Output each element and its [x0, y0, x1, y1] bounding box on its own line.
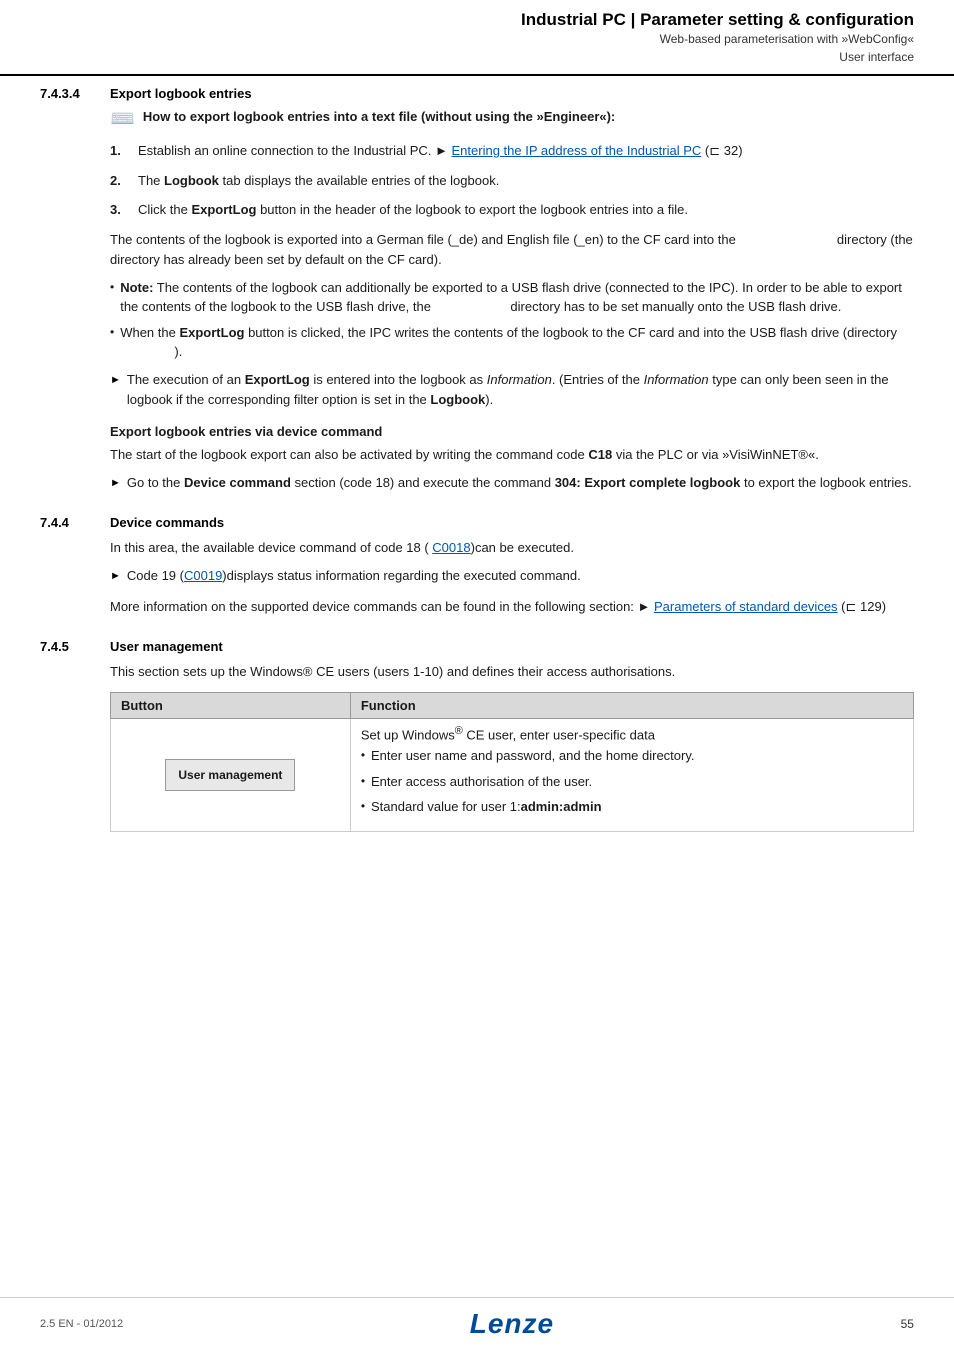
logbook-bold: Logbook: [430, 392, 485, 407]
c0019-link[interactable]: C0019: [184, 568, 222, 583]
arrow-icon-3: ►: [110, 568, 121, 585]
para-745-1: This section sets up the Windows® CE use…: [110, 662, 914, 682]
section-744-title: Device commands: [110, 515, 224, 530]
arrow-item-text: The execution of an ExportLog is entered…: [127, 370, 914, 410]
user-mgmt-table: Button Function User management Set up W…: [110, 692, 914, 832]
step-2: The Logbook tab displays the available e…: [110, 171, 914, 191]
step-2-content: The Logbook tab displays the available e…: [138, 171, 914, 191]
arrow-icon-2: ►: [110, 475, 121, 492]
section-7434: 7.4.3.4 Export logbook entries ⌨️ How to…: [40, 86, 914, 493]
section-7434-header: 7.4.3.4 Export logbook entries: [40, 86, 914, 101]
section-745: 7.4.5 User management This section sets …: [40, 639, 914, 832]
arrow-item-code19: ► Code 19 (C0019)displays status informa…: [110, 566, 914, 586]
step-3-content: Click the ExportLog button in the header…: [138, 200, 914, 220]
note-2-bold: ExportLog: [179, 325, 244, 340]
note-1-text: Note: The contents of the logbook can ad…: [120, 278, 914, 317]
user-mgmt-button[interactable]: User management: [165, 759, 295, 791]
function-intro: Set up Windows® CE user, enter user-spec…: [361, 725, 903, 742]
note-1: Note: The contents of the logbook can ad…: [110, 278, 914, 317]
notes-list: Note: The contents of the logbook can ad…: [110, 278, 914, 362]
page-footer: 2.5 EN - 01/2012 Lenze 55: [0, 1297, 954, 1350]
note-1-bold: Note:: [120, 280, 153, 295]
howto-title: How to export logbook entries into a tex…: [143, 109, 615, 124]
col-function: Function: [350, 692, 913, 718]
step-1: Establish an online connection to the In…: [110, 141, 914, 161]
footer-edition: 2.5 EN - 01/2012: [40, 1318, 123, 1330]
note-2: When the ExportLog button is clicked, th…: [110, 323, 914, 362]
table-row: User management Set up Windows® CE user,…: [111, 718, 914, 831]
params-std-link[interactable]: Parameters of standard devices: [654, 599, 838, 614]
step-1-text: Establish an online connection to the In…: [138, 143, 452, 158]
button-cell: User management: [111, 718, 351, 831]
steps-list: Establish an online connection to the In…: [110, 141, 914, 220]
section-body-745: This section sets up the Windows® CE use…: [110, 662, 914, 832]
header-title: Industrial PC | Parameter setting & conf…: [40, 10, 914, 30]
func-bullet-2: Enter access authorisation of the user.: [361, 772, 903, 792]
page-header: Industrial PC | Parameter setting & conf…: [0, 0, 954, 76]
function-cell: Set up Windows® CE user, enter user-spec…: [350, 718, 913, 831]
para-device-cmd: The start of the logbook export can also…: [110, 445, 914, 465]
main-content: 7.4.3.4 Export logbook entries ⌨️ How to…: [0, 76, 954, 894]
func-bullet-1: Enter user name and password, and the ho…: [361, 746, 903, 766]
step-1-ref: (⊏ 32): [701, 143, 742, 158]
304-bold: 304: Export complete logbook: [555, 475, 741, 490]
func-bullet-3: Standard value for user 1: admin:admin: [361, 797, 903, 817]
function-bullets: Enter user name and password, and the ho…: [361, 746, 903, 817]
arrow-goto-text: Go to the Device command section (code 1…: [127, 473, 912, 493]
section-744-header: 7.4.4 Device commands: [40, 515, 914, 530]
header-sub1: Web-based parameterisation with »WebConf…: [40, 30, 914, 48]
c18-bold: C18: [588, 447, 612, 462]
section-745-header: 7.4.5 User management: [40, 639, 914, 654]
section-744: 7.4.4 Device commands In this area, the …: [40, 515, 914, 616]
arrow-item-exportlog: ► The execution of an ExportLog is enter…: [110, 370, 914, 410]
footer-logo: Lenze: [470, 1308, 554, 1340]
step-3: Click the ExportLog button in the header…: [110, 200, 914, 220]
note-2-text: When the ExportLog button is clicked, th…: [120, 323, 914, 362]
arrow-icon: ►: [110, 372, 121, 389]
section-7434-title: Export logbook entries: [110, 86, 252, 101]
arrow-item-goto-device: ► Go to the Device command section (code…: [110, 473, 914, 493]
para-744-2: More information on the supported device…: [110, 597, 914, 617]
para-744-1: In this area, the available device comma…: [110, 538, 914, 558]
exportlog-bold: ExportLog: [245, 372, 310, 387]
device-cmd-bold: Device command: [184, 475, 291, 490]
admin-bold: admin:admin: [521, 797, 602, 817]
howto-icon: ⌨️: [110, 109, 135, 129]
step-1-link[interactable]: Entering the IP address of the Industria…: [452, 143, 702, 158]
section-745-title: User management: [110, 639, 223, 654]
section-744-number: 7.4.4: [40, 515, 110, 530]
page-container: Industrial PC | Parameter setting & conf…: [0, 0, 954, 1350]
howto-box: ⌨️ How to export logbook entries into a …: [110, 109, 914, 129]
para-export-info: The contents of the logbook is exported …: [110, 230, 914, 270]
section-7434-number: 7.4.3.4: [40, 86, 110, 101]
c0018-link[interactable]: C0018: [432, 540, 470, 555]
step-1-content: Establish an online connection to the In…: [138, 141, 914, 161]
header-sub2: User interface: [40, 48, 914, 66]
subsection-title-via-device: Export logbook entries via device comman…: [110, 424, 914, 439]
table-header-row: Button Function: [111, 692, 914, 718]
step-2-bold: Logbook: [164, 173, 219, 188]
footer-page: 55: [901, 1317, 914, 1331]
col-button: Button: [111, 692, 351, 718]
section-body-744: In this area, the available device comma…: [110, 538, 914, 616]
information-italic-2: Information: [644, 372, 709, 387]
arrow-code19-text: Code 19 (C0019)displays status informati…: [127, 566, 581, 586]
step-3-bold: ExportLog: [191, 202, 256, 217]
section-body-7434: The contents of the logbook is exported …: [110, 230, 914, 494]
information-italic: Information: [487, 372, 552, 387]
section-745-number: 7.4.5: [40, 639, 110, 654]
